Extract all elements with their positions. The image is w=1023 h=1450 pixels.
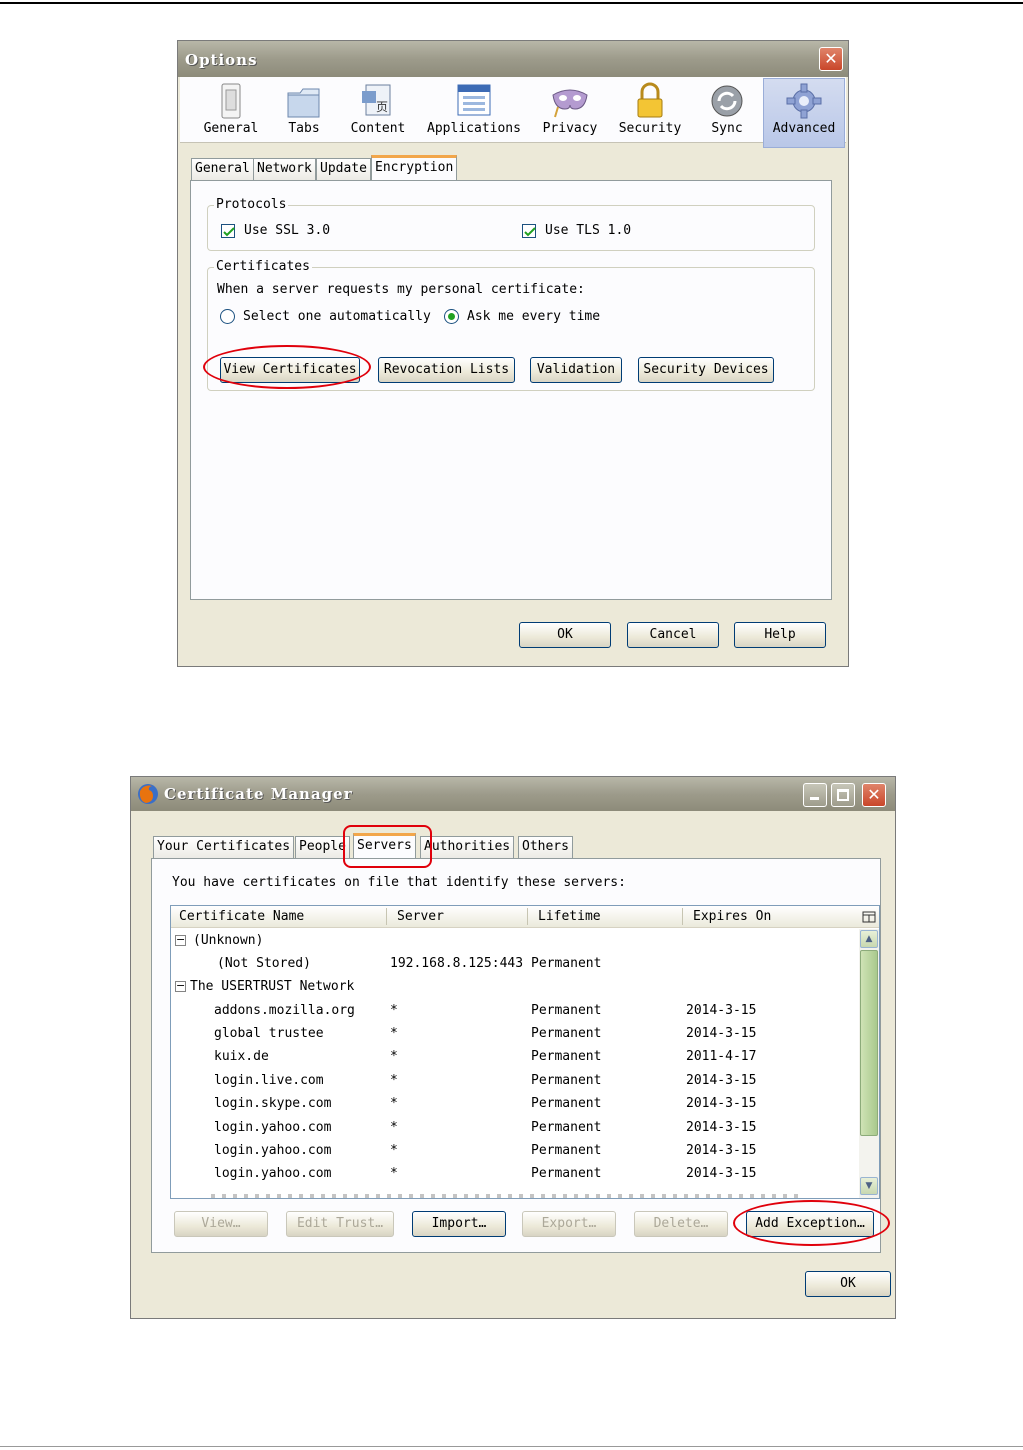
cancel-button[interactable]: Cancel xyxy=(627,622,719,648)
radio-select-automatically[interactable] xyxy=(220,309,235,324)
options-title: Options xyxy=(185,51,258,69)
ssl-checkbox[interactable] xyxy=(221,224,235,238)
scroll-thumb[interactable] xyxy=(860,950,878,1136)
column-certificate-name[interactable]: Certificate Name xyxy=(179,909,304,924)
tab-your-certificates[interactable]: Your Certificates xyxy=(153,836,295,858)
certificate-list[interactable]: Certificate Name Server Lifetime Expires… xyxy=(170,905,880,1199)
revocation-lists-button[interactable]: Revocation Lists xyxy=(378,357,515,383)
highlight-view-certificates xyxy=(203,345,371,389)
delete-button[interactable]: Delete… xyxy=(634,1211,728,1237)
maximize-icon[interactable] xyxy=(831,783,855,807)
list-header: Certificate Name Server Lifetime Expires… xyxy=(171,906,879,928)
toolbar-sync[interactable]: Sync xyxy=(694,79,760,149)
edit-trust-button[interactable]: Edit Trust… xyxy=(286,1211,394,1237)
toolbar-privacy[interactable]: Privacy xyxy=(534,79,606,149)
security-devices-button[interactable]: Security Devices xyxy=(638,357,774,383)
firefox-logo-icon xyxy=(138,784,158,804)
certificate-prompt: When a server requests my personal certi… xyxy=(217,282,585,297)
radio-ask-label: Ask me every time xyxy=(467,309,601,324)
servers-panel: You have certificates on file that ident… xyxy=(151,858,881,1253)
subtab-general[interactable]: General xyxy=(191,158,254,180)
protocols-legend: Protocols xyxy=(214,197,289,212)
ssl-label: Use SSL 3.0 xyxy=(244,223,331,238)
protocols-group: Protocols Use SSL 3.0 Use TLS 1.0 xyxy=(207,197,815,251)
vertical-scrollbar[interactable]: ▲ ▼ xyxy=(859,929,879,1198)
column-server[interactable]: Server xyxy=(397,909,444,924)
collapse-icon[interactable]: − xyxy=(175,934,186,946)
folder-tab-icon xyxy=(287,88,320,118)
mask-icon xyxy=(552,89,588,118)
radio-auto-label: Select one automatically xyxy=(243,309,431,324)
content-page-icon: 页 xyxy=(362,84,391,116)
subtab-update[interactable]: Update xyxy=(316,158,371,180)
highlight-add-exception xyxy=(733,1200,890,1246)
tab-servers[interactable]: Servers xyxy=(353,833,416,858)
light-switch-icon xyxy=(221,83,241,119)
toolbar-applications[interactable]: Applications xyxy=(422,79,526,149)
radio-ask-every-time[interactable] xyxy=(444,309,459,324)
cert-manager-ok-button[interactable]: OK xyxy=(805,1271,891,1297)
servers-description: You have certificates on file that ident… xyxy=(172,875,626,890)
page-top-rule xyxy=(0,2,1023,4)
scroll-up-icon[interactable]: ▲ xyxy=(860,930,878,948)
view-button[interactable]: View… xyxy=(174,1211,268,1237)
tab-people[interactable]: People xyxy=(295,836,350,858)
close-icon[interactable]: ✕ xyxy=(819,47,843,71)
help-button[interactable]: Help xyxy=(734,622,826,648)
cert-manager-titlebar[interactable]: Certificate Manager ✕ xyxy=(131,777,895,811)
toolbar-content[interactable]: 页 Content xyxy=(343,79,413,149)
minimize-icon[interactable] xyxy=(803,783,827,807)
column-lifetime[interactable]: Lifetime xyxy=(538,909,601,924)
svg-text:页: 页 xyxy=(376,100,388,114)
tab-others[interactable]: Others xyxy=(518,836,573,858)
collapse-icon[interactable]: − xyxy=(175,980,186,992)
validation-button[interactable]: Validation xyxy=(530,357,622,383)
toolbar-security[interactable]: Security xyxy=(614,79,686,149)
scroll-down-icon[interactable]: ▼ xyxy=(860,1177,878,1195)
sync-arrows-icon xyxy=(711,85,743,117)
gear-icon xyxy=(786,83,822,119)
subtab-network[interactable]: Network xyxy=(253,158,316,180)
import-button[interactable]: Import… xyxy=(412,1211,506,1237)
options-titlebar[interactable]: Options ✕ xyxy=(178,41,848,77)
column-expires-on[interactable]: Expires On xyxy=(693,909,771,924)
ok-button[interactable]: OK xyxy=(519,622,611,648)
tls-label: Use TLS 1.0 xyxy=(545,223,632,238)
cert-manager-title: Certificate Manager xyxy=(164,785,353,803)
encryption-panel: Protocols Use SSL 3.0 Use TLS 1.0 Certif… xyxy=(190,180,832,600)
certificates-legend: Certificates xyxy=(214,259,312,274)
toolbar-advanced[interactable]: Advanced xyxy=(763,78,845,148)
export-button[interactable]: Export… xyxy=(522,1211,616,1237)
clipped-row-fragment xyxy=(211,1190,801,1198)
tab-authorities[interactable]: Authorities xyxy=(420,836,515,858)
padlock-icon xyxy=(637,82,663,118)
list-body: − (Unknown) (Not Stored) 192.168.8.125:4… xyxy=(171,929,859,1198)
close-icon[interactable]: ✕ xyxy=(862,783,886,807)
page-bottom-rule xyxy=(0,1446,1023,1447)
column-picker-icon[interactable] xyxy=(862,911,876,923)
subtab-encryption[interactable]: Encryption xyxy=(371,155,458,180)
applications-window-icon xyxy=(457,84,491,116)
tls-checkbox[interactable] xyxy=(522,224,536,238)
toolbar-tabs[interactable]: Tabs xyxy=(274,79,334,149)
toolbar-general[interactable]: General xyxy=(198,79,264,149)
